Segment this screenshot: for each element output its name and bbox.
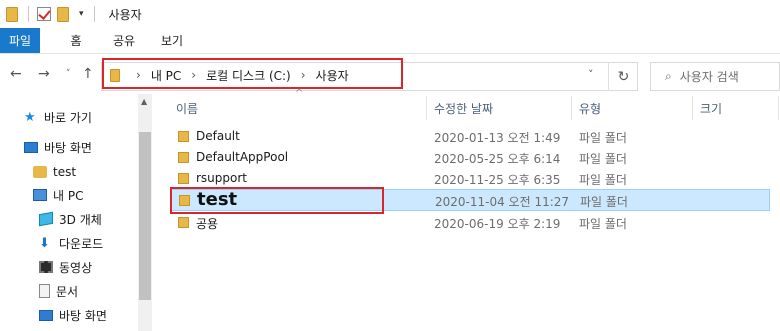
back-arrow-icon[interactable]: ← bbox=[10, 66, 22, 82]
sidebar-item-label: 바탕 화면 bbox=[59, 308, 107, 323]
desktop-icon bbox=[39, 309, 53, 321]
column-header-type[interactable]: 유형 bbox=[579, 96, 601, 120]
folder-icon bbox=[178, 152, 189, 163]
document-icon bbox=[39, 284, 50, 298]
sidebar-item-label: test bbox=[53, 165, 77, 179]
search-icon: ⌕ bbox=[665, 69, 672, 83]
row-highlight-box bbox=[170, 187, 384, 214]
file-list: ^ 이름 수정한 날짜 유형 크기 Default 2020-01-13 오전 … bbox=[152, 88, 780, 331]
file-date: 2020-11-25 오후 6:35 bbox=[434, 173, 561, 187]
sidebar-item-label: 다운로드 bbox=[59, 236, 104, 251]
pc-icon bbox=[33, 189, 47, 201]
search-input[interactable]: ⌕ 사용자 검색 bbox=[650, 62, 780, 91]
column-header-size[interactable]: 크기 bbox=[700, 96, 722, 120]
file-name: DefaultAppPool bbox=[196, 150, 289, 164]
file-type: 파일 폴더 bbox=[579, 173, 627, 187]
sidebar-item-test[interactable]: test bbox=[33, 161, 76, 183]
file-date: 2020-01-13 오전 1:49 bbox=[434, 131, 561, 145]
new-folder-icon[interactable] bbox=[57, 6, 69, 22]
folder-icon bbox=[178, 217, 189, 228]
refresh-icon[interactable]: ↻ bbox=[608, 62, 638, 91]
file-type: 파일 폴더 bbox=[580, 195, 628, 209]
column-divider[interactable] bbox=[571, 96, 572, 120]
navigation-pane: ★ 바로 가기 바탕 화면 test 내 PC 3D 개체 ⬇ 다운로드 동영상… bbox=[0, 94, 150, 331]
folder-icon bbox=[178, 131, 189, 142]
scroll-up-arrow-icon[interactable]: ▲ bbox=[141, 97, 147, 106]
sidebar-item-videos[interactable]: 동영상 bbox=[39, 256, 92, 278]
file-name: rsupport bbox=[196, 171, 248, 185]
quick-access-toolbar-dropdown-icon[interactable]: ▾ bbox=[79, 9, 84, 19]
sidebar-item-desktop[interactable]: 바탕 화면 bbox=[24, 136, 92, 158]
divider bbox=[93, 6, 95, 22]
sort-ascending-icon: ^ bbox=[295, 88, 304, 99]
tab-share[interactable]: 공유 bbox=[100, 28, 148, 53]
sidebar-item-downloads[interactable]: ⬇ 다운로드 bbox=[39, 232, 103, 254]
file-date: 2020-06-19 오후 2:19 bbox=[434, 217, 561, 231]
forward-arrow-icon[interactable]: → bbox=[38, 66, 50, 82]
sidebar-item-label: 내 PC bbox=[53, 188, 84, 203]
file-name: 공용 bbox=[196, 217, 219, 231]
sidebar-item-this-pc[interactable]: 내 PC bbox=[33, 184, 83, 206]
sidebar-item-3d-objects[interactable]: 3D 개체 bbox=[39, 208, 102, 230]
navigation-bar: ← → ˅ ↑ › 내 PC › 로컬 디스크 (C:) › 사용자 ˅ ↻ ⌕… bbox=[0, 54, 780, 94]
desktop-icon bbox=[24, 141, 38, 153]
column-header-name[interactable]: 이름 bbox=[176, 96, 198, 120]
file-type: 파일 폴더 bbox=[579, 152, 627, 166]
file-name: Default bbox=[196, 129, 240, 143]
properties-check-icon[interactable] bbox=[37, 7, 51, 21]
recent-locations-chevron-icon[interactable]: ˅ bbox=[66, 69, 71, 79]
search-placeholder: 사용자 검색 bbox=[679, 70, 739, 84]
address-dropdown-icon[interactable]: ˅ bbox=[588, 68, 594, 81]
sidebar-item-documents[interactable]: 문서 bbox=[39, 280, 78, 302]
column-divider[interactable] bbox=[692, 96, 693, 120]
tab-view[interactable]: 보기 bbox=[148, 28, 196, 53]
user-icon bbox=[33, 166, 47, 178]
sidebar-item-label: 문서 bbox=[56, 284, 79, 299]
table-row[interactable]: DefaultAppPool 2020-05-25 오후 6:14 파일 폴더 bbox=[170, 147, 770, 168]
table-row[interactable]: 공용 2020-06-19 오후 2:19 파일 폴더 bbox=[170, 212, 770, 233]
folder-icon bbox=[6, 6, 18, 22]
download-icon: ⬇ bbox=[39, 235, 50, 251]
column-divider[interactable] bbox=[426, 96, 427, 120]
up-arrow-icon[interactable]: ↑ bbox=[82, 66, 94, 82]
column-header-date[interactable]: 수정한 날짜 bbox=[434, 96, 493, 120]
file-date: 2020-05-25 오후 6:14 bbox=[434, 152, 561, 166]
file-date: 2020-11-04 오전 11:27 bbox=[435, 195, 570, 209]
tab-home[interactable]: 홈 bbox=[52, 28, 100, 53]
window-title: 사용자 bbox=[108, 7, 142, 22]
table-row[interactable]: rsupport 2020-11-25 오후 6:35 파일 폴더 bbox=[170, 168, 770, 189]
sidebar-scrollbar-thumb[interactable] bbox=[139, 132, 151, 300]
column-divider[interactable] bbox=[778, 96, 779, 120]
file-type: 파일 폴더 bbox=[579, 131, 627, 145]
sidebar-item-desktop-2[interactable]: 바탕 화면 bbox=[39, 304, 107, 326]
address-highlight-box bbox=[102, 58, 403, 89]
file-type: 파일 폴더 bbox=[579, 217, 627, 231]
sidebar-item-quick-access[interactable]: ★ 바로 가기 bbox=[24, 106, 92, 128]
sidebar-item-label: 바탕 화면 bbox=[44, 140, 92, 155]
ribbon-tabs: 파일 홈 공유 보기 bbox=[0, 28, 780, 54]
sidebar-item-label: 3D 개체 bbox=[59, 212, 102, 227]
star-icon: ★ bbox=[24, 109, 36, 125]
folder-icon bbox=[178, 173, 189, 184]
table-row[interactable]: Default 2020-01-13 오전 1:49 파일 폴더 bbox=[170, 126, 770, 147]
sidebar-item-label: 바로 가기 bbox=[44, 110, 92, 125]
tab-file[interactable]: 파일 bbox=[0, 28, 40, 53]
title-bar: ▾ 사용자 bbox=[0, 0, 780, 28]
video-icon bbox=[39, 261, 53, 273]
3d-objects-icon bbox=[39, 211, 53, 227]
divider bbox=[28, 6, 29, 22]
sidebar-item-label: 동영상 bbox=[59, 260, 93, 275]
